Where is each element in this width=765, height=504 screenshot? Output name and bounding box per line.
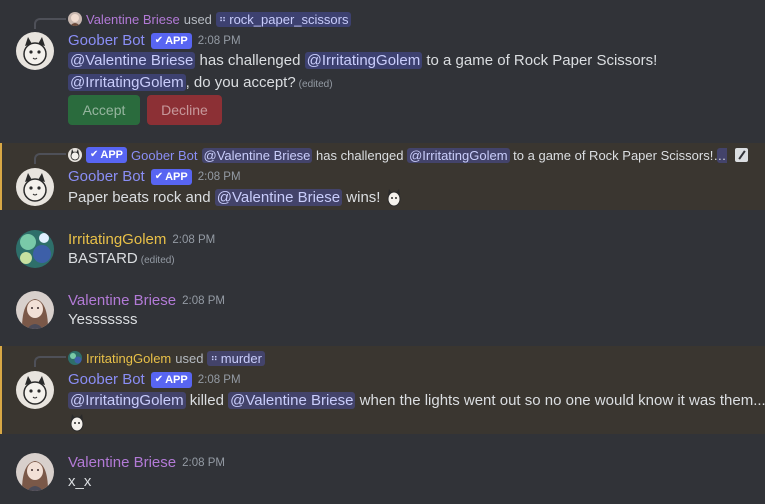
irritatinggolem-avatar[interactable] bbox=[16, 230, 54, 268]
reply-text: to a game of Rock Paper Scissors! bbox=[509, 147, 717, 163]
cat-emoji-icon[interactable] bbox=[68, 413, 86, 433]
message-content: BASTARD (edited) bbox=[68, 248, 745, 272]
app-badge-label: APP bbox=[165, 373, 188, 386]
message-header: Goober Bot ✔ APP 2:08 PM bbox=[68, 371, 241, 388]
check-icon: ✔ bbox=[90, 149, 99, 160]
app-badge-label: APP bbox=[165, 170, 188, 183]
message-5: IrritatingGolem used ⠶ murder Goober Bot… bbox=[0, 346, 765, 434]
message-content: Yesssssss bbox=[68, 309, 745, 331]
check-icon: ✔ bbox=[154, 34, 164, 46]
command-name: rock_paper_scissors bbox=[229, 11, 349, 27]
message-4: Valentine Briese 2:08 PM Yesssssss bbox=[0, 289, 765, 339]
app-badge: ✔ APP bbox=[150, 32, 192, 49]
mention[interactable]: @Valentine Briese bbox=[214, 189, 343, 206]
reply-username[interactable]: IrritatingGolem bbox=[86, 351, 171, 366]
check-icon: ✔ bbox=[154, 170, 164, 182]
author-name[interactable]: Goober Bot bbox=[68, 168, 145, 185]
message-content: x_x bbox=[68, 471, 745, 493]
message-content: @Valentine Briese has challenged @Irrita… bbox=[68, 50, 745, 96]
mention[interactable]: @IrritatingGolem bbox=[407, 147, 510, 163]
message-text: killed bbox=[185, 392, 229, 409]
goober-bot-avatar[interactable] bbox=[16, 371, 54, 409]
message-header: Goober Bot ✔ APP 2:08 PM bbox=[68, 32, 241, 49]
goober-bot-avatar[interactable] bbox=[16, 32, 54, 70]
reply-preview[interactable]: ✔ APP Goober Bot @Valentine Briese has ch… bbox=[68, 146, 748, 164]
reply-username[interactable]: Valentine Briese bbox=[86, 12, 180, 27]
message-text: has challenged bbox=[195, 52, 305, 69]
app-badge-label: APP bbox=[100, 149, 124, 161]
reply-connector bbox=[34, 18, 66, 29]
reply-excerpt: @Valentine Briese has challenged @Irrita… bbox=[201, 147, 727, 163]
cat-emoji-icon[interactable] bbox=[385, 188, 403, 208]
mention[interactable]: @Valentine Briese bbox=[201, 147, 313, 163]
mention[interactable]: @Valentine Briese bbox=[228, 392, 356, 409]
accept-button[interactable]: Accept bbox=[68, 95, 140, 125]
app-badge: ✔ APP bbox=[86, 147, 128, 163]
edited-label: (edited) bbox=[298, 79, 333, 90]
message-text: , do you accept? bbox=[185, 74, 296, 91]
mention[interactable]: @IrritatingGolem bbox=[68, 74, 186, 91]
message-text: wins! bbox=[342, 189, 381, 206]
reply-text: has challenged bbox=[312, 147, 408, 163]
message-text: to a game of Rock Paper Scissors! bbox=[422, 52, 658, 69]
goober-bot-mini-avatar[interactable] bbox=[68, 148, 82, 162]
reply-preview[interactable]: IrritatingGolem used ⠶ murder bbox=[68, 349, 265, 367]
message-header: Valentine Briese 2:08 PM bbox=[68, 292, 225, 309]
pencil-icon bbox=[734, 148, 748, 162]
app-badge-label: APP bbox=[165, 34, 188, 47]
timestamp[interactable]: 2:08 PM bbox=[198, 35, 241, 47]
author-name[interactable]: Goober Bot bbox=[68, 32, 145, 49]
message-text: Yesssssss bbox=[68, 311, 138, 328]
valentine-briese-avatar[interactable] bbox=[16, 453, 54, 491]
reply-verb: used bbox=[175, 350, 204, 366]
timestamp[interactable]: 2:08 PM bbox=[182, 457, 225, 469]
message-content: Paper beats rock and @Valentine Briese w… bbox=[68, 187, 745, 209]
reply-preview[interactable]: Valentine Briese used ⠶ rock_paper_sciss… bbox=[68, 10, 352, 28]
app-badge: ✔ APP bbox=[150, 371, 192, 388]
reply-connector bbox=[34, 356, 66, 367]
message-6: Valentine Briese 2:08 PM x_x bbox=[0, 451, 765, 501]
mention[interactable]: @IrritatingGolem bbox=[68, 392, 186, 409]
message-1: Valentine Briese used ⠶ rock_paper_sciss… bbox=[0, 0, 765, 130]
slash-command-icon: ⠶ bbox=[218, 13, 227, 25]
message-text: x_x bbox=[68, 473, 92, 490]
irritatinggolem-mini-avatar[interactable] bbox=[68, 351, 82, 365]
mention[interactable]: @Valentine Briese bbox=[68, 52, 196, 69]
command-chip[interactable]: ⠶ rock_paper_scissors bbox=[215, 11, 352, 27]
message-text: when the lights went out so no one would… bbox=[355, 392, 765, 409]
reply-connector bbox=[34, 153, 66, 164]
message-text: Paper beats rock and bbox=[68, 189, 215, 206]
timestamp[interactable]: 2:08 PM bbox=[172, 234, 215, 246]
author-name[interactable]: IrritatingGolem bbox=[68, 231, 166, 248]
valentine-mini-avatar[interactable] bbox=[68, 12, 82, 26]
decline-button[interactable]: Decline bbox=[147, 95, 222, 125]
message-header: Goober Bot ✔ APP 2:08 PM bbox=[68, 168, 241, 185]
valentine-briese-avatar[interactable] bbox=[16, 291, 54, 329]
reply-verb: used bbox=[183, 11, 212, 27]
message-header: IrritatingGolem 2:08 PM bbox=[68, 231, 215, 248]
app-badge: ✔ APP bbox=[150, 168, 192, 185]
author-name[interactable]: Valentine Briese bbox=[68, 454, 176, 471]
author-name[interactable]: Goober Bot bbox=[68, 371, 145, 388]
command-name: murder bbox=[220, 350, 262, 366]
message-2: ✔ APP Goober Bot @Valentine Briese has ch… bbox=[0, 143, 765, 210]
command-chip[interactable]: ⠶ murder bbox=[207, 350, 265, 366]
mention[interactable]: @IrritatingGolem bbox=[304, 52, 423, 69]
message-text: BASTARD bbox=[68, 250, 138, 267]
slash-command-icon: ⠶ bbox=[210, 352, 218, 364]
reply-username[interactable]: Goober Bot bbox=[131, 148, 198, 163]
edited-label: (edited) bbox=[140, 255, 175, 266]
author-name[interactable]: Valentine Briese bbox=[68, 292, 176, 309]
check-icon: ✔ bbox=[154, 373, 164, 385]
timestamp[interactable]: 2:08 PM bbox=[182, 295, 225, 307]
message-header: Valentine Briese 2:08 PM bbox=[68, 454, 225, 471]
message-3: IrritatingGolem 2:08 PM BASTARD (edited) bbox=[0, 228, 765, 278]
goober-bot-avatar[interactable] bbox=[16, 168, 54, 206]
message-content: @IrritatingGolem killed @Valentine Bries… bbox=[68, 390, 765, 434]
timestamp[interactable]: 2:08 PM bbox=[198, 171, 241, 183]
timestamp[interactable]: 2:08 PM bbox=[198, 374, 241, 386]
